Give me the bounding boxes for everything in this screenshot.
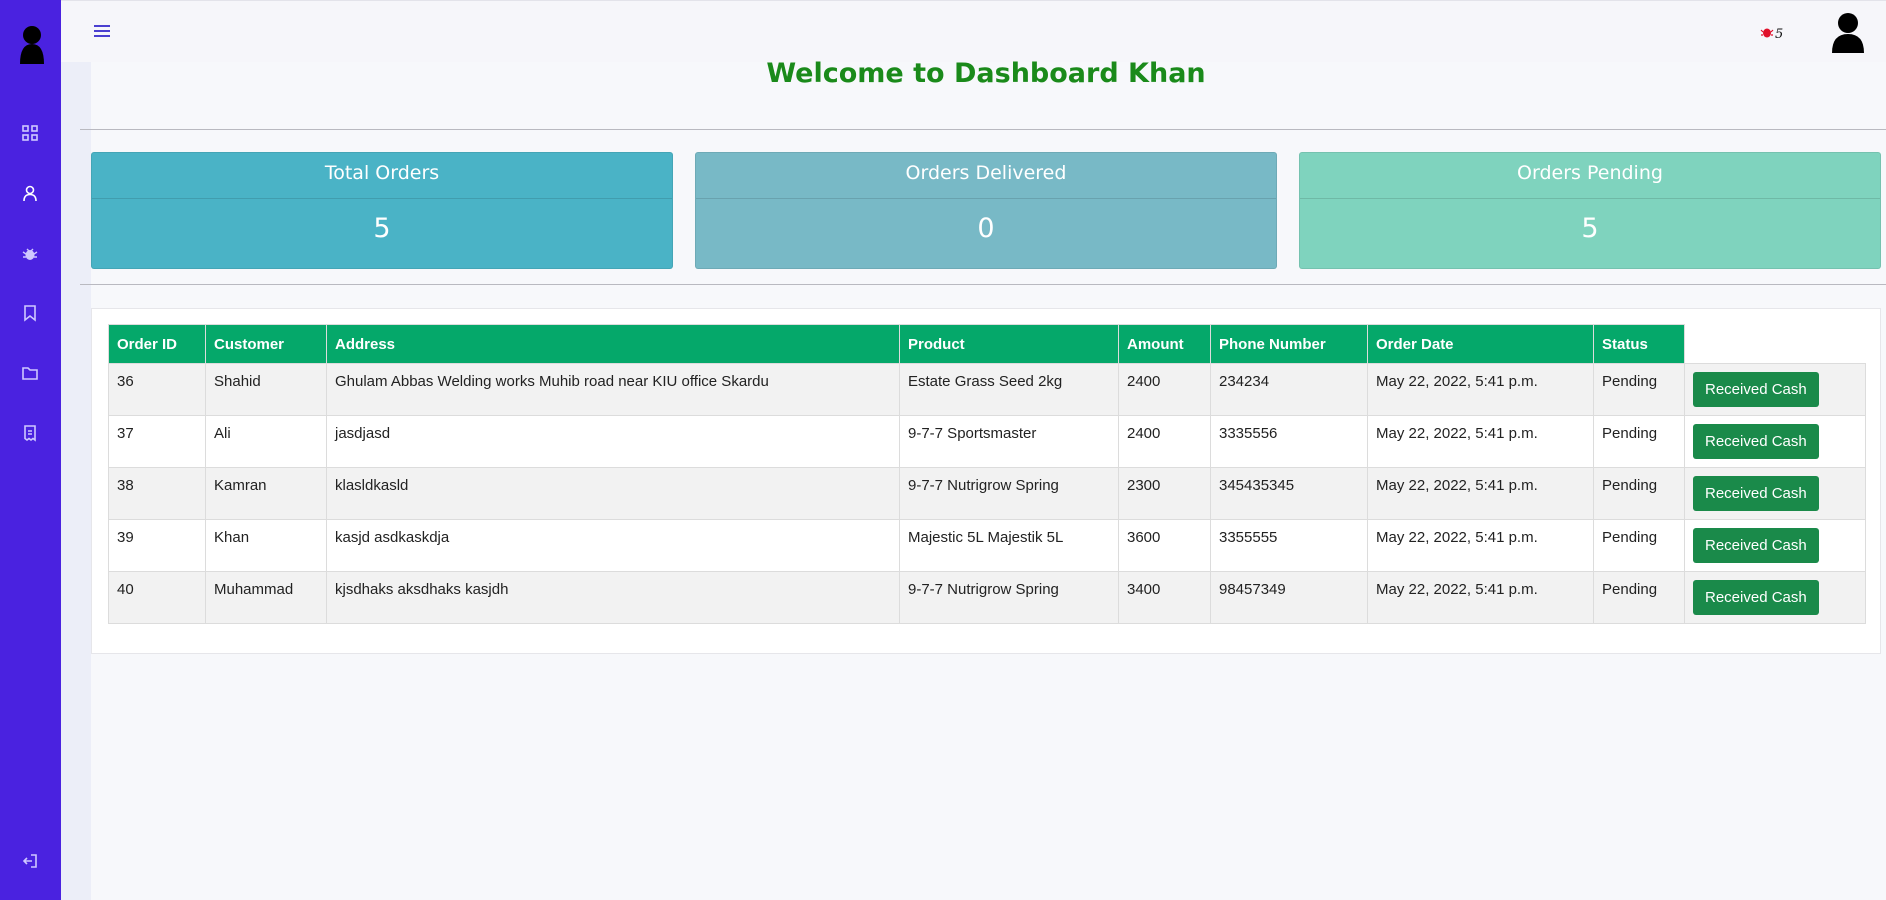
- page-title: Welcome to Dashboard Khan: [766, 58, 1206, 89]
- order-date-cell: May 22, 2022, 5:41 p.m.: [1367, 519, 1594, 572]
- column-header: Product: [899, 324, 1119, 364]
- status-cell: Pending: [1593, 363, 1685, 416]
- notification-button[interactable]: 5: [1760, 23, 1788, 43]
- product-cell: Majestic 5L Majestik 5L: [899, 519, 1119, 572]
- customer-cell: Muhammad: [205, 571, 327, 624]
- action-column-header: [1684, 324, 1866, 364]
- grid-icon[interactable]: [21, 124, 39, 142]
- column-header: Order Date: [1367, 324, 1594, 364]
- column-header: Order ID: [108, 324, 206, 364]
- order-id-cell: 37: [108, 415, 206, 468]
- table-row: 36 Shahid Ghulam Abbas Welding works Muh…: [108, 363, 1866, 416]
- card-label: Total Orders: [92, 153, 672, 199]
- order-date-cell: May 22, 2022, 5:41 p.m.: [1367, 415, 1594, 468]
- phone-cell: 234234: [1210, 363, 1368, 416]
- customer-cell: Khan: [205, 519, 327, 572]
- card-label: Orders Delivered: [696, 153, 1276, 199]
- received-cash-button[interactable]: Received Cash: [1693, 580, 1819, 615]
- order-date-cell: May 22, 2022, 5:41 p.m.: [1367, 363, 1594, 416]
- customer-cell: Ali: [205, 415, 327, 468]
- folder-icon[interactable]: [21, 364, 39, 382]
- address-cell: jasdjasd: [326, 415, 900, 468]
- amount-cell: 2300: [1118, 467, 1211, 520]
- customer-cell: Kamran: [205, 467, 327, 520]
- order-id-cell: 36: [108, 363, 206, 416]
- column-header: Customer: [205, 324, 327, 364]
- column-header: Status: [1593, 324, 1685, 364]
- order-date-cell: May 22, 2022, 5:41 p.m.: [1367, 571, 1594, 624]
- status-cell: Pending: [1593, 519, 1685, 572]
- action-cell: Received Cash: [1684, 363, 1866, 416]
- received-cash-button[interactable]: Received Cash: [1693, 476, 1819, 511]
- column-header: Address: [326, 324, 900, 364]
- card-value: 5: [1581, 213, 1599, 244]
- table-row: 38 Kamran klasldkasld 9-7-7 Nutrigrow Sp…: [108, 467, 1866, 520]
- bug-icon[interactable]: [21, 245, 39, 263]
- address-cell: Ghulam Abbas Welding works Muhib road ne…: [326, 363, 900, 416]
- card-orders-delivered: Orders Delivered 0: [695, 152, 1277, 269]
- user-avatar-icon[interactable]: [1830, 11, 1866, 53]
- amount-cell: 2400: [1118, 363, 1211, 416]
- card-orders-pending: Orders Pending 5: [1299, 152, 1881, 269]
- action-cell: Received Cash: [1684, 571, 1866, 624]
- card-total-orders: Total Orders 5: [91, 152, 673, 269]
- sidebar: [0, 0, 61, 900]
- phone-cell: 345435345: [1210, 467, 1368, 520]
- received-cash-button[interactable]: Received Cash: [1693, 528, 1819, 563]
- table-row: 39 Khan kasjd asdkaskdja Majestic 5L Maj…: [108, 519, 1866, 572]
- column-header: Phone Number: [1210, 324, 1368, 364]
- order-date-cell: May 22, 2022, 5:41 p.m.: [1367, 467, 1594, 520]
- received-cash-button[interactable]: Received Cash: [1693, 372, 1819, 407]
- notification-count: 5: [1775, 27, 1784, 42]
- phone-cell: 3335556: [1210, 415, 1368, 468]
- action-cell: Received Cash: [1684, 467, 1866, 520]
- content-gutter: [61, 62, 91, 900]
- divider: [80, 129, 1886, 130]
- table-row: 40 Muhammad kjsdhaks aksdhaks kasjdh 9-7…: [108, 571, 1866, 624]
- status-cell: Pending: [1593, 415, 1685, 468]
- amount-cell: 3600: [1118, 519, 1211, 572]
- logout-icon[interactable]: [21, 852, 39, 870]
- card-value: 0: [977, 213, 995, 244]
- orders-panel: Order ID Customer Address Product Amount…: [91, 308, 1881, 654]
- table-row: 37 Ali jasdjasd 9-7-7 Sportsmaster 2400 …: [108, 415, 1866, 468]
- order-id-cell: 38: [108, 467, 206, 520]
- product-cell: Estate Grass Seed 2kg: [899, 363, 1119, 416]
- column-header: Amount: [1118, 324, 1211, 364]
- order-id-cell: 39: [108, 519, 206, 572]
- order-id-cell: 40: [108, 571, 206, 624]
- action-cell: Received Cash: [1684, 415, 1866, 468]
- card-value: 5: [373, 213, 391, 244]
- customer-cell: Shahid: [205, 363, 327, 416]
- status-cell: Pending: [1593, 571, 1685, 624]
- address-cell: kasjd asdkaskdja: [326, 519, 900, 572]
- product-cell: 9-7-7 Nutrigrow Spring: [899, 571, 1119, 624]
- table-header-row: Order ID Customer Address Product Amount…: [108, 324, 1866, 364]
- receipt-icon[interactable]: [21, 424, 39, 442]
- phone-cell: 3355555: [1210, 519, 1368, 572]
- address-cell: kjsdhaks aksdhaks kasjdh: [326, 571, 900, 624]
- logo-avatar-icon: [20, 26, 44, 64]
- hamburger-menu-icon[interactable]: [93, 23, 111, 39]
- orders-table: Order ID Customer Address Product Amount…: [108, 324, 1866, 624]
- divider: [80, 284, 1886, 285]
- notification-bug-icon: [1760, 28, 1774, 38]
- phone-cell: 98457349: [1210, 571, 1368, 624]
- top-bar: 5: [61, 0, 1886, 62]
- received-cash-button[interactable]: Received Cash: [1693, 424, 1819, 459]
- product-cell: 9-7-7 Sportsmaster: [899, 415, 1119, 468]
- user-icon[interactable]: [21, 184, 39, 202]
- amount-cell: 2400: [1118, 415, 1211, 468]
- status-cell: Pending: [1593, 467, 1685, 520]
- bookmark-icon[interactable]: [21, 304, 39, 322]
- amount-cell: 3400: [1118, 571, 1211, 624]
- card-label: Orders Pending: [1300, 153, 1880, 199]
- action-cell: Received Cash: [1684, 519, 1866, 572]
- address-cell: klasldkasld: [326, 467, 900, 520]
- product-cell: 9-7-7 Nutrigrow Spring: [899, 467, 1119, 520]
